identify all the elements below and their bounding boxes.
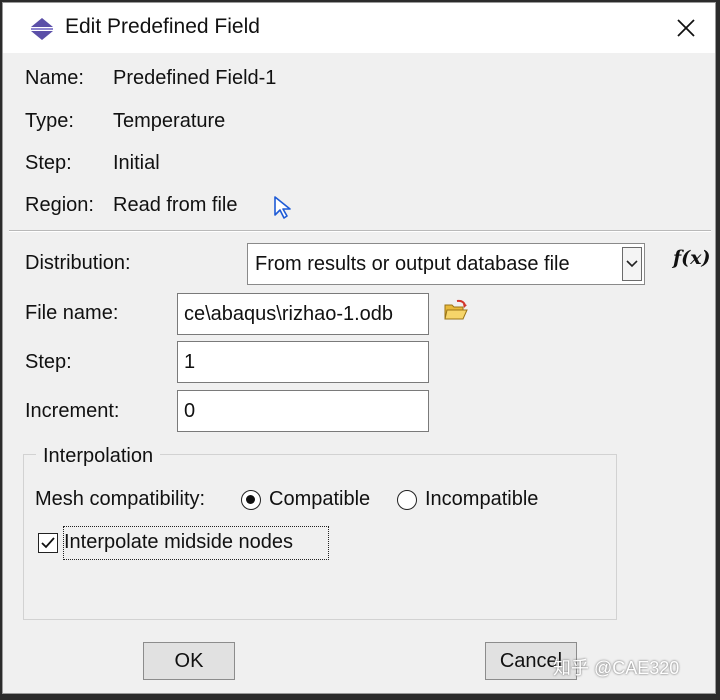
step-label: Step: [25, 152, 72, 174]
file-name-label: File name: [25, 302, 119, 324]
chevron-down-icon [626, 260, 638, 268]
distribution-dropdown-button[interactable] [622, 247, 642, 281]
app-icon [31, 18, 53, 40]
checkmark-icon [41, 537, 55, 549]
name-value: Predefined Field-1 [113, 67, 277, 89]
open-folder-icon[interactable] [443, 299, 469, 323]
region-value: Read from file [113, 194, 238, 216]
compatible-radio-label[interactable]: Compatible [269, 488, 370, 511]
close-icon [677, 19, 695, 37]
step-input[interactable] [178, 342, 428, 382]
compatible-radio[interactable] [241, 490, 261, 510]
interpolate-midside-checkbox[interactable] [38, 533, 58, 553]
region-label: Region: [25, 194, 94, 216]
region-pick-icon[interactable] [273, 195, 293, 221]
interpolation-group-title: Interpolation [36, 445, 161, 468]
interpolate-midside-label[interactable]: Interpolate midside nodes [64, 531, 293, 554]
function-button[interactable]: f(x) [673, 247, 710, 269]
step-field-label: Step: [25, 351, 72, 373]
type-value: Temperature [113, 110, 226, 132]
radio-selected-dot [246, 495, 255, 504]
window-title: Edit Predefined Field [65, 15, 260, 38]
incompatible-radio[interactable] [397, 490, 417, 510]
distribution-selected-value: From results or output database file [255, 253, 570, 275]
increment-field[interactable] [177, 390, 429, 432]
file-name-field[interactable] [177, 293, 429, 335]
increment-input[interactable] [178, 391, 428, 431]
ok-button[interactable]: OK [143, 642, 235, 680]
type-label: Type: [25, 110, 74, 132]
watermark-text: 知乎 @CAE320 [553, 658, 680, 678]
increment-label: Increment: [25, 400, 120, 422]
step-field[interactable] [177, 341, 429, 383]
distribution-select[interactable]: From results or output database file [247, 243, 645, 285]
title-bar: Edit Predefined Field [3, 3, 715, 53]
step-value: Initial [113, 152, 160, 174]
name-label: Name: [25, 67, 84, 89]
separator [9, 230, 711, 232]
distribution-label: Distribution: [25, 252, 131, 274]
close-button[interactable] [669, 11, 703, 45]
incompatible-radio-label[interactable]: Incompatible [425, 488, 538, 511]
mesh-compatibility-label: Mesh compatibility: [35, 488, 206, 510]
edit-predefined-field-dialog: Edit Predefined Field Name: Predefined F… [2, 2, 716, 694]
file-name-input[interactable] [178, 294, 428, 334]
